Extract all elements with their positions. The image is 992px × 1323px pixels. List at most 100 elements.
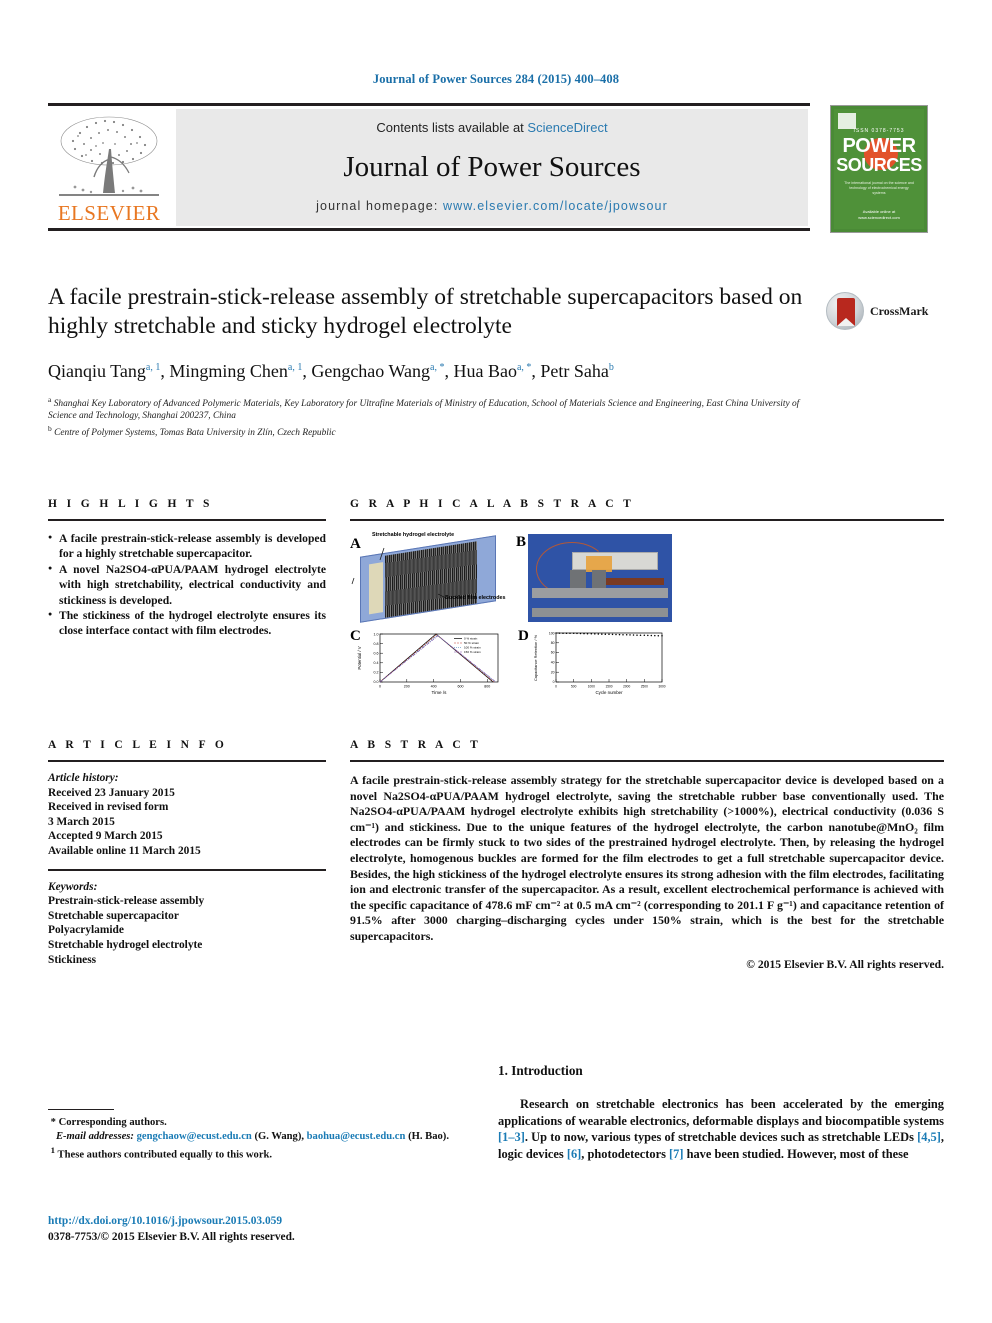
svg-text:0: 0 <box>379 685 381 689</box>
abstract-copyright: © 2015 Elsevier B.V. All rights reserved… <box>746 957 944 971</box>
author-item[interactable]: Mingming Chena, 1 <box>169 361 302 381</box>
svg-text:2000: 2000 <box>623 684 630 688</box>
ga-panel-a-bottom-label: Buckled film electrodes <box>445 595 506 601</box>
svg-text:100 % strain: 100 % strain <box>464 646 481 650</box>
author-item[interactable]: Qianqiu Tanga, 1 <box>48 361 160 381</box>
gcd-chart: 0.0 0.2 0.4 0.6 0.8 1.0 0 200 400 600 80… <box>357 632 499 695</box>
article-history-line: 3 March 2015 <box>48 815 115 828</box>
author-list: Qianqiu Tanga, 1, Mingming Chena, 1, Gen… <box>48 361 614 381</box>
highlights-rule <box>48 519 326 521</box>
svg-text:600: 600 <box>458 685 464 689</box>
cover-word-sources: SOURCES <box>836 155 922 175</box>
author-marks: a, * <box>516 362 532 373</box>
homepage-prefix: journal homepage: <box>316 199 443 213</box>
citation-ref[interactable]: [4,5] <box>917 1130 941 1144</box>
author-marks: a, 1 <box>287 362 303 373</box>
article-history-group: Article history: Received 23 January 201… <box>48 771 326 859</box>
affiliation-mark: a <box>48 395 52 404</box>
affiliation-mark: b <box>48 423 52 433</box>
author-marks: a, * <box>430 362 445 373</box>
citation-ref[interactable]: [6] <box>567 1147 581 1161</box>
article-history-line: Received 23 January 2015 <box>48 786 175 799</box>
masthead-top-rule <box>48 103 810 106</box>
highlights-heading: H I G H L I G H T S <box>48 498 213 510</box>
author-name: Mingming Chen <box>169 361 288 381</box>
svg-text:1.0: 1.0 <box>374 632 379 636</box>
cycling-retention-chart: 0 20 40 60 80 100 0 500 1000 1500 2000 2… <box>533 631 666 695</box>
equal-mark: 1 <box>50 1145 56 1156</box>
affiliation-text: Centre of Polymer Systems, Tomas Bata Un… <box>54 427 336 438</box>
cover-word-power: POWER <box>842 135 916 157</box>
equal-text: These authors contributed equally to thi… <box>57 1149 273 1161</box>
cover-kicker: ISSN 0378-7753 <box>853 128 905 134</box>
keyword-item: Polyacrylamide <box>48 924 124 937</box>
keyword-item: Prestrain-stick-release assembly <box>48 895 205 908</box>
keyword-item: Stretchable hydrogel electrolyte <box>48 938 203 951</box>
svg-text:400: 400 <box>431 685 437 689</box>
cover-subtitle: The international journal on the science… <box>844 181 914 195</box>
svg-text:50 % strain: 50 % strain <box>464 641 479 645</box>
corresponding-mark: * <box>50 1117 56 1128</box>
introduction-heading: 1. Introduction <box>498 1063 583 1078</box>
author-name: Hua Bao <box>453 361 517 381</box>
graphical-abstract-rule <box>350 519 944 521</box>
panel-letter-b: B <box>516 534 527 550</box>
author-item[interactable]: Gengchao Wanga, * <box>311 361 444 381</box>
abstract-rule <box>350 760 944 762</box>
elsevier-wordmark: ELSEVIER <box>57 201 161 225</box>
email-link-bao[interactable]: baohua@ecust.edu.cn <box>307 1131 406 1142</box>
graphical-abstract-figure: A Stretchable hydrogel electrolyte Buckl… <box>350 532 944 697</box>
svg-text:0 % strain: 0 % strain <box>464 637 478 641</box>
footnote-block: * Corresponding authors. E-mail addresse… <box>48 1109 478 1162</box>
crossmark-label: CrossMark <box>870 304 929 318</box>
crossmark-icon <box>826 292 864 330</box>
ga-panel-a-leader-lines <box>351 547 447 599</box>
crossmark-book-shape <box>837 298 855 326</box>
panel-letter-d: D <box>518 628 529 644</box>
svg-text:0.6: 0.6 <box>374 651 379 655</box>
citation-ref[interactable]: [7] <box>669 1147 683 1161</box>
svg-text:Capacitance Retention / %: Capacitance Retention / % <box>533 634 538 681</box>
email-link-wang[interactable]: gengchaow@ecust.edu.cn <box>137 1131 252 1142</box>
photo-rail-upper <box>532 588 668 598</box>
introduction-paragraph: Research on stretchable electronics has … <box>498 1096 944 1162</box>
svg-text:200: 200 <box>404 685 410 689</box>
svg-text:150 % strain: 150 % strain <box>464 650 481 654</box>
svg-text:0.8: 0.8 <box>374 642 379 646</box>
graphical-abstract-section: G R A P H I C A L A B S T R A C T A Stre… <box>350 498 944 697</box>
author-item[interactable]: Hua Baoa, * <box>453 361 531 381</box>
doi-link[interactable]: http://dx.doi.org/10.1016/j.jpowsour.201… <box>48 1213 478 1229</box>
svg-text:0.4: 0.4 <box>374 661 379 665</box>
keyword-item: Stickiness <box>48 953 97 966</box>
photo-rail-lower <box>532 608 668 617</box>
author-item[interactable]: Petr Sahab <box>540 361 613 381</box>
panel-letter-a: A <box>350 536 361 552</box>
svg-text:3000: 3000 <box>658 684 665 688</box>
author-marks: a, 1 <box>145 362 161 373</box>
list-item: A facile prestrain-stick-release assembl… <box>48 530 326 562</box>
abstract-heading: A B S T R A C T <box>350 739 482 751</box>
introduction-section: 1. Introduction Research on stretchable … <box>498 1063 944 1162</box>
cover-elsevier-mark <box>838 113 856 129</box>
svg-text:1000: 1000 <box>588 684 595 688</box>
svg-text:Potential / V: Potential / V <box>357 646 362 669</box>
homepage-url-link[interactable]: www.elsevier.com/locate/jpowsour <box>443 199 668 213</box>
svg-text:60: 60 <box>551 651 555 655</box>
doi-block: http://dx.doi.org/10.1016/j.jpowsour.201… <box>48 1213 478 1245</box>
citation-ref[interactable]: [1–3] <box>498 1130 525 1144</box>
author-name: Gengchao Wang <box>311 361 431 381</box>
highlights-list: A facile prestrain-stick-release assembl… <box>48 530 326 639</box>
keywords-rule <box>48 868 326 871</box>
svg-text:0.2: 0.2 <box>374 671 379 675</box>
ga-panel-b <box>528 534 672 622</box>
crossmark-badge[interactable]: CrossMark <box>826 292 936 332</box>
article-info-rule <box>48 760 326 762</box>
intro-text: , photodetectors <box>581 1146 670 1161</box>
journal-homepage-line: journal homepage: www.elsevier.com/locat… <box>176 199 808 213</box>
svg-text:500: 500 <box>571 684 577 688</box>
sciencedirect-link[interactable]: ScienceDirect <box>527 120 607 135</box>
equal-contribution-note: 1 These authors contributed equally to t… <box>48 1144 478 1162</box>
article-info-section: A R T I C L E I N F O Article history: R… <box>48 739 326 967</box>
affiliation-item: b Centre of Polymer Systems, Tomas Bata … <box>48 423 808 439</box>
article-first-page: Journal of Power Sources 284 (2015) 400–… <box>0 0 992 1323</box>
